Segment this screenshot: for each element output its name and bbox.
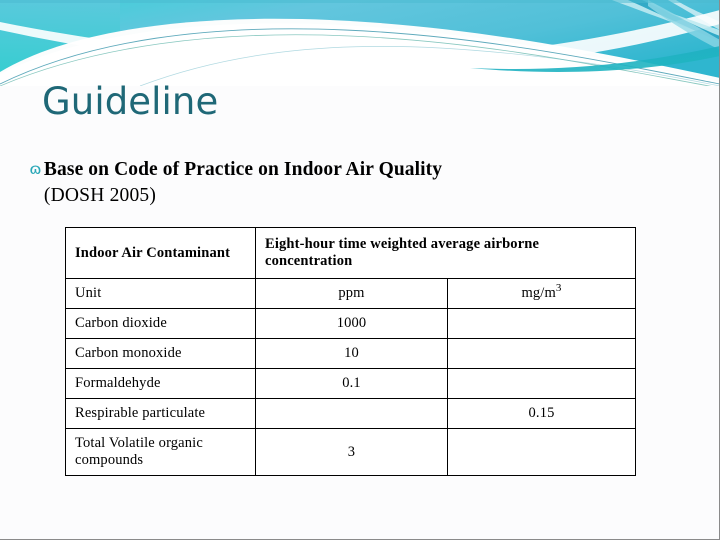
banner-graphic xyxy=(0,0,719,86)
unit-label: Unit xyxy=(65,278,256,309)
table-header-row: Indoor Air Contaminant Eight-hour time w… xyxy=(65,227,637,279)
unit-mg-exponent: 3 xyxy=(555,282,562,295)
unit-mg-text: mg/m xyxy=(521,285,556,301)
header-measure: Eight-hour time weighted average airborn… xyxy=(254,227,637,279)
row-mg xyxy=(446,338,637,369)
bullet-line-1: Base on Code of Practice on Indoor Air Q… xyxy=(43,159,443,180)
bullet-item-text: Base on Code of Practice on Indoor Air Q… xyxy=(44,157,442,209)
table-row: Respirable particulate 0.15 xyxy=(65,398,637,429)
row-name: Carbon dioxide xyxy=(65,308,256,339)
table-row: Carbon monoxide 10 xyxy=(65,338,637,369)
row-ppm: 1000 xyxy=(255,308,448,339)
flow-swoosh-banner xyxy=(0,0,719,86)
row-ppm: 10 xyxy=(255,338,448,369)
row-mg xyxy=(446,428,637,476)
row-name: Carbon monoxide xyxy=(65,338,256,369)
page-title: Guideline xyxy=(42,80,219,123)
bullet-list: ɷ Base on Code of Practice on Indoor Air… xyxy=(29,157,590,209)
air-quality-table: Indoor Air Contaminant Eight-hour time w… xyxy=(65,227,637,476)
row-mg: 0.15 xyxy=(446,398,637,429)
row-ppm: 0.1 xyxy=(255,368,448,399)
flourish-bullet-icon: ɷ xyxy=(29,160,42,178)
slide-canvas: Guideline ɷ Base on Code of Practice on … xyxy=(0,0,720,540)
unit-mg: mg/m3 xyxy=(446,278,637,309)
table-row: Carbon dioxide 1000 xyxy=(65,308,637,339)
row-name: Formaldehyde xyxy=(65,368,256,399)
bullet-line-2: (DOSH 2005) xyxy=(43,185,157,206)
table-row-unit: Unit ppm mg/m3 xyxy=(65,278,637,309)
table-row: Total Volatile organic compounds 3 xyxy=(65,428,637,476)
table-row: Formaldehyde 0.1 xyxy=(65,368,637,399)
row-name: Respirable particulate xyxy=(65,398,256,429)
row-ppm: 3 xyxy=(255,428,448,476)
row-mg xyxy=(446,308,637,339)
unit-ppm: ppm xyxy=(255,278,448,309)
row-name: Total Volatile organic compounds xyxy=(65,428,256,476)
header-contaminant: Indoor Air Contaminant xyxy=(65,227,256,279)
row-mg xyxy=(446,368,637,399)
row-ppm xyxy=(255,398,448,429)
